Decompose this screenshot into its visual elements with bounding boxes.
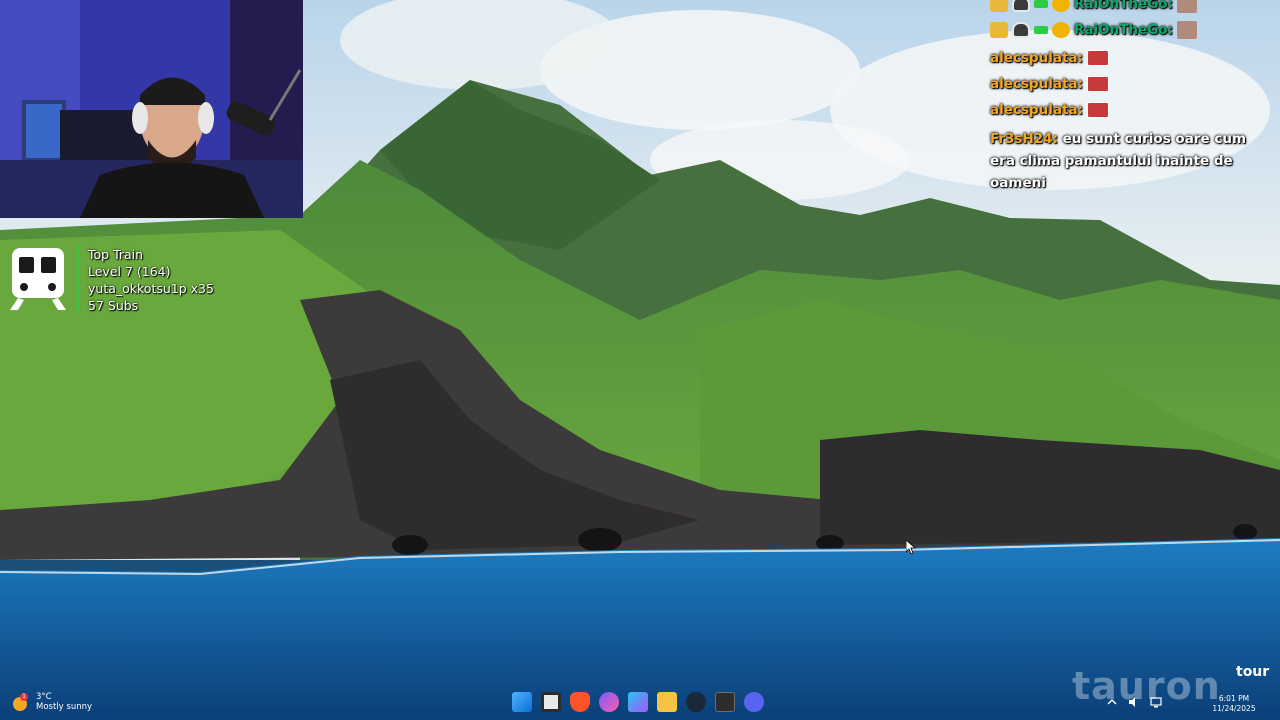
mask-badge-icon	[1012, 22, 1030, 38]
app-icon[interactable]	[628, 692, 648, 712]
watermark-logo: tauron	[1072, 664, 1221, 708]
chat-username: alecspulata:	[990, 76, 1083, 92]
train-title: Top Train	[88, 247, 144, 262]
coin-badge-icon	[1052, 22, 1070, 38]
avatar-emote-icon	[1176, 21, 1197, 39]
asap-emote-icon	[1086, 50, 1109, 66]
green-badge-icon	[1034, 0, 1048, 8]
watermark-small-text: tour	[1236, 664, 1270, 680]
avatar-emote-icon	[1176, 0, 1197, 13]
crown-badge-icon	[990, 22, 1008, 38]
train-icon	[10, 248, 66, 310]
train-level: Level 7 (164)	[88, 264, 171, 279]
chat-message: alecspulata:	[990, 76, 1109, 92]
windows-start-icon[interactable]	[512, 692, 532, 712]
weather-text: 3°C Mostly sunny	[36, 692, 92, 712]
discord-icon[interactable]	[744, 692, 764, 712]
chat-username: alecspulata:	[990, 50, 1083, 66]
chat-message: RaiOnTheGo:	[990, 21, 1197, 39]
green-badge-icon	[1034, 26, 1048, 34]
chat-message: RaiOnTheGo:	[990, 0, 1197, 13]
chat-message: alecspulata:	[990, 102, 1109, 118]
task-view-icon[interactable]	[541, 692, 561, 712]
asap-emote-icon	[1086, 102, 1109, 118]
train-accent-bar	[77, 246, 80, 312]
sun-icon: 1	[12, 693, 30, 711]
brave-icon[interactable]	[570, 692, 590, 712]
mask-badge-icon	[1012, 0, 1030, 12]
train-top-user: yuta_okkotsu1p x35	[88, 281, 214, 296]
chat-username: alecspulata:	[990, 102, 1083, 118]
app-icon[interactable]	[599, 692, 619, 712]
terminal-icon[interactable]	[715, 692, 735, 712]
chat-message: alecspulata:	[990, 50, 1109, 66]
steam-icon[interactable]	[686, 692, 706, 712]
train-subs: 57 Subs	[88, 298, 139, 313]
taskbar-apps	[512, 692, 764, 712]
asap-emote-icon	[1086, 76, 1109, 92]
chat-username: RaiOnTheGo:	[1074, 0, 1173, 12]
webcam-overlay	[0, 0, 303, 218]
chat-message: Fr3sH24: eu sunt curios oare cum era cli…	[990, 128, 1270, 194]
file-explorer-icon[interactable]	[657, 692, 677, 712]
hype-train-widget: Top Train Level 7 (164) yuta_okkotsu1p x…	[8, 246, 214, 314]
weather-temp: 3°C	[36, 692, 52, 702]
notification-badge: 1	[20, 693, 28, 701]
weather-condition: Mostly sunny	[36, 702, 93, 712]
mouse-cursor-icon	[906, 540, 916, 554]
coin-badge-icon	[1052, 0, 1070, 12]
train-info: Top Train Level 7 (164) yuta_okkotsu1p x…	[88, 246, 214, 314]
chat-username: RaiOnTheGo:	[1074, 22, 1173, 38]
crown-badge-icon	[990, 0, 1008, 12]
chat-username: Fr3sH24:	[990, 131, 1058, 147]
weather-widget[interactable]: 1 3°C Mostly sunny	[12, 692, 92, 712]
